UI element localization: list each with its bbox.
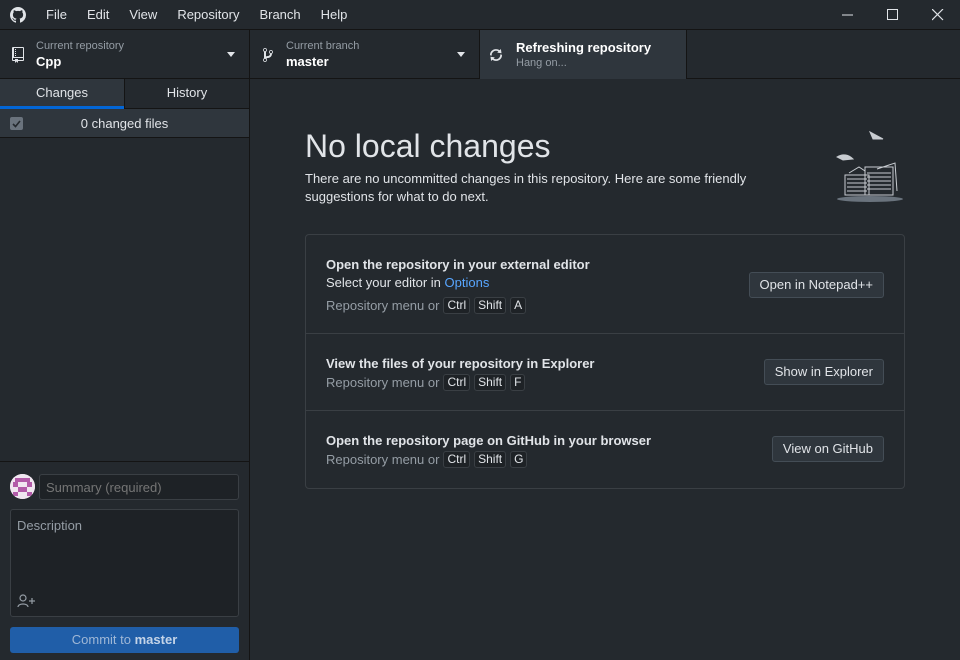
commit-area: Description Commit to master [0,461,249,660]
menu-bar: File Edit View Repository Branch Help [36,0,357,29]
commit-button[interactable]: Commit to master [10,627,239,653]
suggestion-title: Open the repository page on GitHub in yo… [326,433,652,448]
view-on-github-button[interactable]: View on GitHub [771,436,884,462]
sync-icon [480,47,516,63]
maximize-button[interactable] [870,0,915,29]
github-logo-icon [0,0,36,29]
select-all-checkbox[interactable] [10,117,23,130]
key-ctrl: Ctrl [443,374,471,391]
toolbar: Current repository Cpp Current branch ma… [0,29,960,79]
main-panel: No local changes There are no uncommitte… [250,79,960,660]
description-field[interactable]: Description [10,509,239,617]
suggestions-panel: Open the repository in your external edi… [305,234,905,489]
menu-edit[interactable]: Edit [77,0,119,29]
changes-header: 0 changed files [0,109,249,138]
title-bar: File Edit View Repository Branch Help [0,0,960,29]
window-controls [825,0,960,29]
refresh-repository-button[interactable]: Refreshing repository Hang on... [480,30,687,79]
empty-state-illustration [836,130,903,202]
shortcut-hint: Repository menu or Ctrl Shift F [326,374,526,391]
maximize-icon [886,8,898,20]
summary-input[interactable] [39,474,239,500]
shortcut-prefix: Repository menu or [326,452,440,467]
menu-branch[interactable]: Branch [249,0,310,29]
menu-view[interactable]: View [119,0,167,29]
suggestion-show-explorer: View the files of your repository in Exp… [306,334,904,411]
tab-changes[interactable]: Changes [0,79,124,109]
refresh-status: Hang on... [516,57,567,69]
commit-branch: master [134,632,178,647]
branch-name: master [286,54,329,69]
sidebar: Changes History 0 changed files Descript… [0,79,250,660]
shortcut-hint: Repository menu or Ctrl Shift G [326,451,528,468]
tab-history[interactable]: History [124,79,249,108]
close-icon [931,8,943,20]
minimize-icon [841,14,853,15]
description-placeholder: Description [17,518,83,533]
chevron-down-icon [457,52,465,57]
key-shift: Shift [474,297,507,314]
changed-files-count: 0 changed files [80,115,169,131]
shortcut-prefix: Repository menu or [326,298,440,313]
options-link[interactable]: Options [445,275,490,290]
suggestion-description: Select your editor in Options [326,275,489,290]
key-a: A [510,297,527,314]
branch-label: Current branch [286,40,360,52]
minimize-button[interactable] [825,0,870,29]
avatar [10,474,35,499]
add-coauthor-icon[interactable] [17,594,37,608]
repo-icon [0,46,36,63]
suggestion-open-editor: Open the repository in your external edi… [306,235,904,334]
repo-label: Current repository [36,40,125,52]
branch-icon [250,47,286,63]
key-f: F [510,374,526,391]
menu-help[interactable]: Help [311,0,358,29]
suggestion-title: Open the repository in your external edi… [326,257,590,272]
close-button[interactable] [915,0,960,29]
commit-prefix: Commit to [71,632,131,647]
key-ctrl: Ctrl [443,451,471,468]
page-title: No local changes [305,128,551,164]
sidebar-tabs: Changes History [0,79,249,109]
shortcut-prefix: Repository menu or [326,375,440,390]
menu-repository[interactable]: Repository [167,0,249,29]
suggestion-title: View the files of your repository in Exp… [326,356,595,371]
branch-dropdown[interactable]: Current branch master [250,30,480,79]
key-g: G [510,451,528,468]
chevron-down-icon [227,52,235,57]
page-subtitle: There are no uncommitted changes in this… [305,171,747,204]
open-in-editor-button[interactable]: Open in Notepad++ [748,272,884,298]
refresh-title: Refreshing repository [516,40,652,55]
key-ctrl: Ctrl [443,297,471,314]
check-icon [12,119,21,128]
suggestion-description-text: Select your editor in [326,275,445,290]
shortcut-hint: Repository menu or Ctrl Shift A [326,297,527,314]
key-shift: Shift [474,451,507,468]
key-shift: Shift [474,374,507,391]
show-in-explorer-button[interactable]: Show in Explorer [763,359,884,385]
repository-dropdown[interactable]: Current repository Cpp [0,30,250,79]
suggestion-view-github: Open the repository page on GitHub in yo… [306,411,904,488]
menu-file[interactable]: File [36,0,77,29]
repo-name: Cpp [36,54,62,69]
